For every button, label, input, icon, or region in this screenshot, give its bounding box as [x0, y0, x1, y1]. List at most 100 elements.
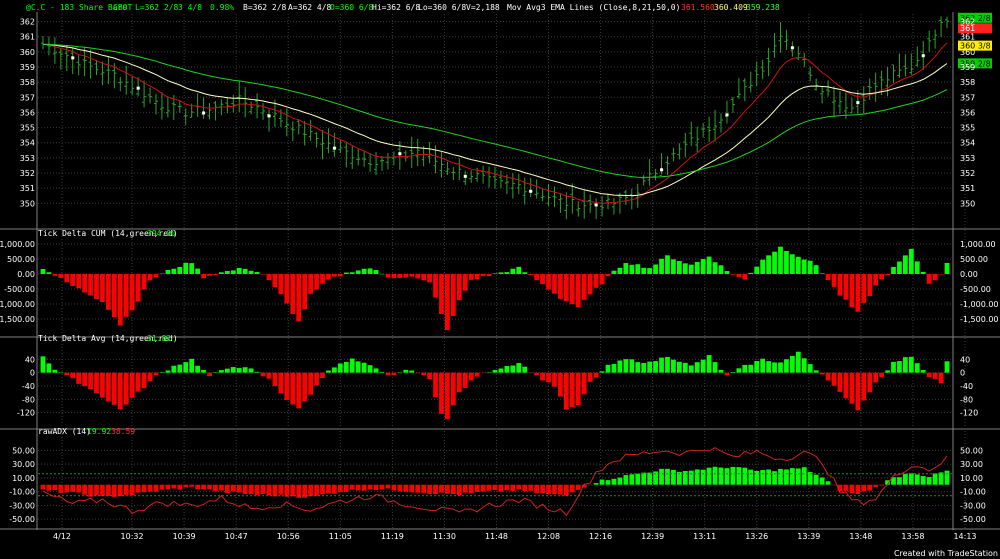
tick-delta-cum-bar: [284, 274, 290, 304]
y-tick-label-right: 362: [960, 18, 975, 27]
raw-adx-bar: [516, 484, 522, 489]
tick-delta-cum-bar: [474, 274, 480, 280]
tick-delta-cum-bar: [617, 267, 623, 274]
tick-delta-avg-bar: [201, 369, 206, 373]
raw-adx-bar: [718, 467, 724, 485]
raw-adx-bar: [320, 484, 325, 495]
raw-adx-bar: [236, 484, 242, 493]
raw-adx-bar: [623, 475, 629, 485]
tick-delta-avg-bar: [742, 364, 748, 373]
tick-delta-cum-bar: [885, 274, 890, 276]
raw-adx-bar: [58, 484, 64, 493]
raw-adx-bar: [290, 484, 296, 497]
tick-delta-cum-bar: [135, 274, 141, 302]
x-tick-label: 12:08: [537, 532, 560, 541]
x-tick-label: 13:39: [797, 532, 820, 541]
tick-delta-cum-bar: [795, 256, 801, 274]
raw-adx-bar: [879, 484, 884, 486]
tick-delta-cum-bar: [801, 259, 807, 274]
raw-adx-bar: [332, 484, 337, 494]
tick-delta-cum-bar: [540, 274, 545, 285]
tick-delta-cum-bar: [926, 274, 932, 284]
y-tick-label-right: -1,500.00: [960, 315, 999, 324]
tick-delta-cum-bar: [599, 274, 605, 285]
tick-delta-cum-bar: [82, 274, 87, 293]
tick-delta-cum-bar: [373, 270, 379, 274]
tick-delta-avg-bar: [700, 359, 706, 373]
tick-delta-avg-bar: [540, 372, 545, 381]
tick-delta-cum-bar: [920, 271, 926, 274]
high-price: Hi=362 6/8: [372, 3, 420, 12]
tick-delta-avg-bar: [456, 372, 462, 393]
y-tick-label-left: -40: [22, 382, 35, 391]
raw-adx-bar: [593, 483, 599, 485]
price-marker: [529, 189, 533, 193]
tick-delta-avg-bar: [421, 372, 427, 375]
tick-delta-cum-bar: [195, 268, 200, 274]
raw-adx-bar: [920, 476, 926, 485]
tick-delta-cum-bar: [653, 264, 658, 274]
tick-delta-cum-bar: [581, 274, 587, 300]
y-tick-label-right: -120: [960, 409, 978, 418]
tick-delta-cum-bar: [724, 271, 730, 274]
tick-delta-cum-bar: [903, 255, 908, 274]
x-tick-label: 11:19: [381, 532, 404, 541]
tick-delta-avg-bar: [474, 372, 480, 377]
price-marker: [921, 54, 925, 58]
raw-adx-bar: [183, 484, 189, 488]
raw-adx-value-1: 19.92: [87, 427, 111, 436]
raw-adx-bar: [439, 484, 444, 493]
tick-delta-avg-bar: [106, 372, 111, 402]
y-tick-label-left: 362: [20, 18, 35, 27]
raw-adx-bar: [94, 484, 99, 496]
tick-delta-avg-bar: [558, 372, 563, 397]
tick-delta-avg-bar: [914, 363, 920, 373]
raw-adx-bar: [213, 484, 218, 492]
tick-delta-avg-bar: [587, 372, 593, 382]
raw-adx-title[interactable]: rawADX (14): [38, 427, 91, 436]
tick-delta-avg-bar: [623, 359, 629, 373]
tick-delta-avg-bar: [290, 372, 296, 405]
raw-adx-bar: [355, 484, 361, 491]
tick-delta-cum-bar: [647, 268, 653, 274]
tick-delta-avg-bar: [373, 368, 379, 373]
raw-adx-bar: [314, 484, 319, 496]
y-tick-label-left: 361: [20, 33, 35, 42]
tick-delta-avg-bar: [653, 361, 658, 373]
raw-adx-bar: [682, 471, 688, 485]
raw-adx-bar: [272, 484, 278, 497]
tick-delta-avg-bar: [296, 372, 302, 409]
y-tick-label-left: 30.00: [12, 460, 35, 469]
tick-delta-cum-bar: [659, 258, 664, 274]
raw-adx-bar: [528, 484, 534, 491]
tick-delta-cum-bar: [302, 274, 308, 310]
tick-delta-cum-bar: [700, 259, 706, 274]
tick-delta-avg-bar: [379, 371, 385, 373]
raw-adx-bar: [861, 484, 867, 492]
x-tick-label: 11:05: [329, 532, 352, 541]
tick-delta-avg-bar: [117, 372, 123, 410]
raw-adx-bar: [427, 484, 432, 495]
y-tick-label-right: 0: [960, 369, 965, 378]
y-tick-label-left: -30.00: [9, 501, 35, 510]
price-marker: [136, 86, 140, 90]
tick-delta-avg-bar: [236, 368, 242, 373]
tick-delta-cum-bar: [641, 267, 647, 274]
tick-delta-cum-bar: [421, 274, 427, 281]
raw-adx-bar: [766, 469, 771, 485]
raw-adx-bar: [831, 484, 837, 486]
tick-delta-avg-bar: [70, 372, 76, 379]
raw-adx-bar: [445, 484, 450, 494]
raw-adx-bar: [498, 484, 504, 492]
study-name[interactable]: Mov Avg3 EMA Lines (Close,8,21,50,0): [507, 3, 680, 12]
tick-delta-avg-bar: [100, 372, 105, 398]
y-tick-label-left: 353: [20, 154, 35, 163]
tick-delta-cum-bar: [290, 274, 296, 315]
tick-delta-cum-bar: [908, 248, 914, 274]
tick-delta-cum-bar: [153, 274, 159, 278]
raw-adx-bar: [784, 469, 789, 485]
y-tick-label-left: -500.00: [4, 285, 35, 294]
tick-delta-avg-bar: [897, 361, 902, 373]
y-tick-label-right: 10.00: [960, 474, 983, 483]
tick-delta-cum-bar: [326, 274, 331, 280]
